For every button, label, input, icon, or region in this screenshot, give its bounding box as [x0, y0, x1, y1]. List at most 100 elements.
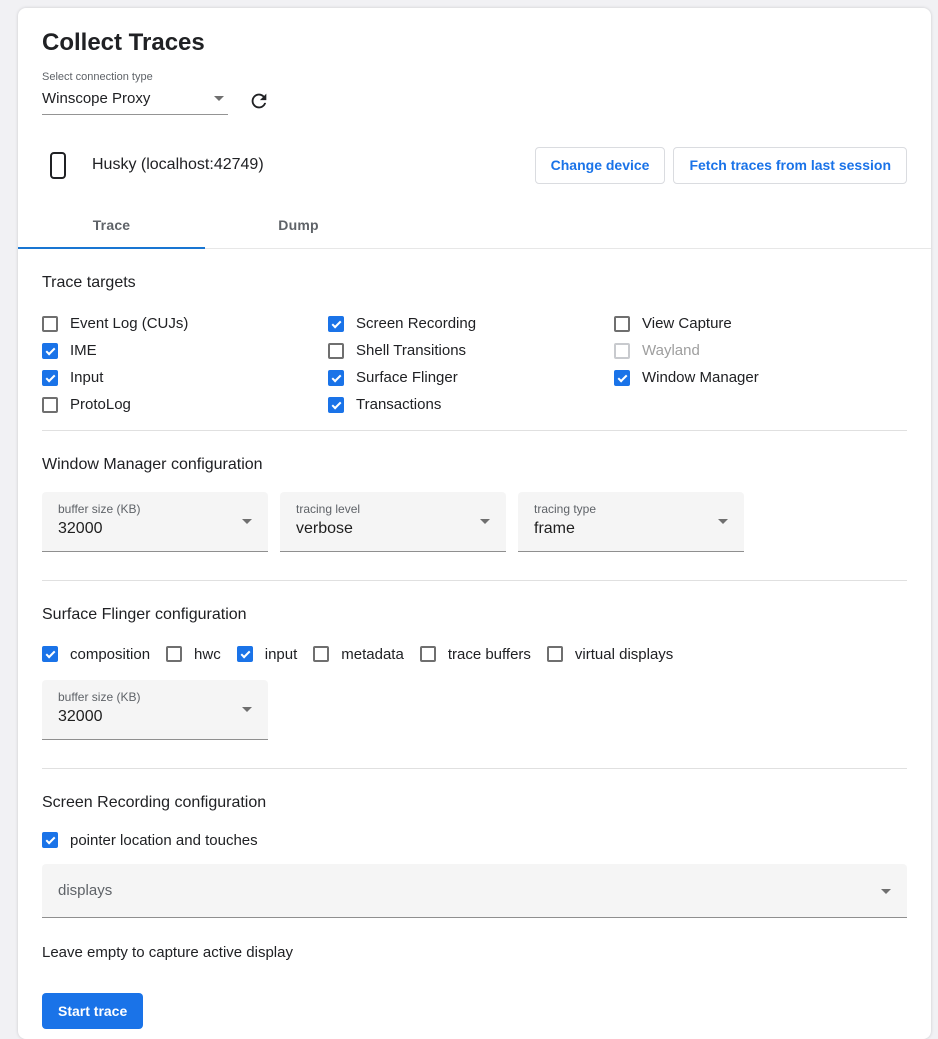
refresh-icon	[248, 90, 270, 112]
checkbox-pointer-location-and-touches[interactable]: pointer location and touches	[42, 828, 258, 852]
field-value: 32000	[58, 708, 252, 726]
select-tracing-level[interactable]: tracing level verbose	[280, 492, 506, 552]
field-label: tracing type	[534, 502, 728, 517]
checked-checkbox-icon	[42, 370, 58, 386]
field-value: verbose	[296, 520, 490, 538]
caret-down-icon	[480, 519, 490, 524]
unchecked-checkbox-icon	[614, 316, 630, 332]
field-value: 32000	[58, 520, 252, 538]
wm-config-heading: Window Manager configuration	[42, 455, 907, 474]
trace-targets-column-2: Screen Recording Shell Transitions Surface…	[328, 310, 614, 418]
unchecked-checkbox-icon	[420, 646, 436, 662]
checked-checkbox-icon	[328, 370, 344, 386]
tab-bar: TraceDump	[18, 201, 931, 249]
select-buffer-size-kb[interactable]: buffer size (KB) 32000	[42, 680, 268, 740]
sf-config-heading: Surface Flinger configuration	[42, 605, 907, 624]
field-value: frame	[534, 520, 728, 538]
checkbox-label: View Capture	[642, 315, 732, 332]
checkbox-metadata[interactable]: metadata	[313, 642, 404, 666]
checkbox-composition[interactable]: composition	[42, 642, 150, 666]
checkbox-label: hwc	[194, 646, 221, 663]
wm-config-fields: buffer size (KB) 32000 tracing level verbos…	[42, 492, 907, 552]
change-device-button[interactable]: Change device	[535, 147, 666, 184]
field-label: buffer size (KB)	[58, 690, 252, 705]
checkbox-hwc[interactable]: hwc	[166, 642, 221, 666]
checkbox-input[interactable]: Input	[42, 364, 328, 391]
checkbox-label: Transactions	[356, 396, 441, 413]
smartphone-icon	[50, 152, 66, 179]
trace-targets-grid: Event Log (CUJs) IME Input ProtoLog Screen …	[42, 310, 907, 418]
checkbox-label: Screen Recording	[356, 315, 476, 332]
checked-checkbox-icon	[328, 397, 344, 413]
checkbox-virtual-displays[interactable]: virtual displays	[547, 642, 673, 666]
unchecked-checkbox-icon	[328, 343, 344, 359]
checked-checkbox-icon	[237, 646, 253, 662]
displays-select-placeholder: displays	[58, 882, 112, 899]
checkbox-wayland: Wayland	[614, 337, 907, 364]
checked-checkbox-icon	[614, 370, 630, 386]
checkbox-label: Surface Flinger	[356, 369, 458, 386]
page-title: Collect Traces	[42, 28, 907, 58]
tab-trace[interactable]: Trace	[18, 201, 205, 248]
checkbox-label: ProtoLog	[70, 396, 131, 413]
field-label: tracing level	[296, 502, 490, 517]
displays-select[interactable]: displays	[42, 864, 907, 918]
sf-config-flags: composition hwc input metadata trace buffers…	[42, 642, 907, 666]
connection-type-label: Select connection type	[42, 70, 907, 84]
fetch-traces-button[interactable]: Fetch traces from last session	[673, 147, 907, 184]
section-divider	[42, 580, 907, 581]
trace-targets-column-1: Event Log (CUJs) IME Input ProtoLog	[42, 310, 328, 418]
unchecked-checkbox-icon	[614, 343, 630, 359]
checkbox-label: Window Manager	[642, 369, 759, 386]
checkbox-surface-flinger[interactable]: Surface Flinger	[328, 364, 614, 391]
checkbox-shell-transitions[interactable]: Shell Transitions	[328, 337, 614, 364]
checkbox-label: pointer location and touches	[70, 832, 258, 849]
caret-down-icon	[718, 519, 728, 524]
caret-down-icon	[214, 96, 224, 101]
checkbox-label: Shell Transitions	[356, 342, 466, 359]
connection-type-select[interactable]: Winscope Proxy	[42, 86, 228, 115]
unchecked-checkbox-icon	[166, 646, 182, 662]
checked-checkbox-icon	[42, 832, 58, 848]
checkbox-view-capture[interactable]: View Capture	[614, 310, 907, 337]
device-row: Husky (localhost:42749) Change device Fe…	[50, 145, 907, 185]
unchecked-checkbox-icon	[547, 646, 563, 662]
checkbox-event-log-cujs[interactable]: Event Log (CUJs)	[42, 310, 328, 337]
connection-row: Winscope Proxy	[42, 86, 907, 115]
checkbox-label: Event Log (CUJs)	[70, 315, 188, 332]
sr-config-flags: pointer location and touches	[42, 828, 907, 852]
checkbox-trace-buffers[interactable]: trace buffers	[420, 642, 531, 666]
sf-config-fields: buffer size (KB) 32000	[42, 680, 907, 740]
section-divider	[42, 430, 907, 431]
checked-checkbox-icon	[42, 646, 58, 662]
select-buffer-size-kb[interactable]: buffer size (KB) 32000	[42, 492, 268, 552]
start-trace-button[interactable]: Start trace	[42, 993, 143, 1029]
checkbox-label: metadata	[341, 646, 404, 663]
checkbox-label: input	[265, 646, 298, 663]
sr-config-heading: Screen Recording configuration	[42, 793, 907, 812]
select-tracing-type[interactable]: tracing type frame	[518, 492, 744, 552]
checkbox-label: trace buffers	[448, 646, 531, 663]
refresh-button[interactable]	[246, 88, 272, 114]
caret-down-icon	[242, 707, 252, 712]
connection-type-value: Winscope Proxy	[42, 90, 150, 107]
unchecked-checkbox-icon	[42, 397, 58, 413]
trace-targets-column-3: View Capture Wayland Window Manager	[614, 310, 907, 418]
checkbox-label: Wayland	[642, 342, 700, 359]
checkbox-window-manager[interactable]: Window Manager	[614, 364, 907, 391]
checkbox-label: virtual displays	[575, 646, 673, 663]
checkbox-label: IME	[70, 342, 97, 359]
section-divider	[42, 768, 907, 769]
checked-checkbox-icon	[42, 343, 58, 359]
checkbox-screen-recording[interactable]: Screen Recording	[328, 310, 614, 337]
checkbox-input[interactable]: input	[237, 642, 298, 666]
tab-dump[interactable]: Dump	[205, 201, 392, 248]
device-name: Husky (localhost:42749)	[92, 156, 264, 174]
checkbox-transactions[interactable]: Transactions	[328, 391, 614, 418]
unchecked-checkbox-icon	[42, 316, 58, 332]
checkbox-ime[interactable]: IME	[42, 337, 328, 364]
field-label: buffer size (KB)	[58, 502, 252, 517]
checkbox-label: composition	[70, 646, 150, 663]
checkbox-protolog[interactable]: ProtoLog	[42, 391, 328, 418]
trace-targets-heading: Trace targets	[42, 273, 907, 292]
